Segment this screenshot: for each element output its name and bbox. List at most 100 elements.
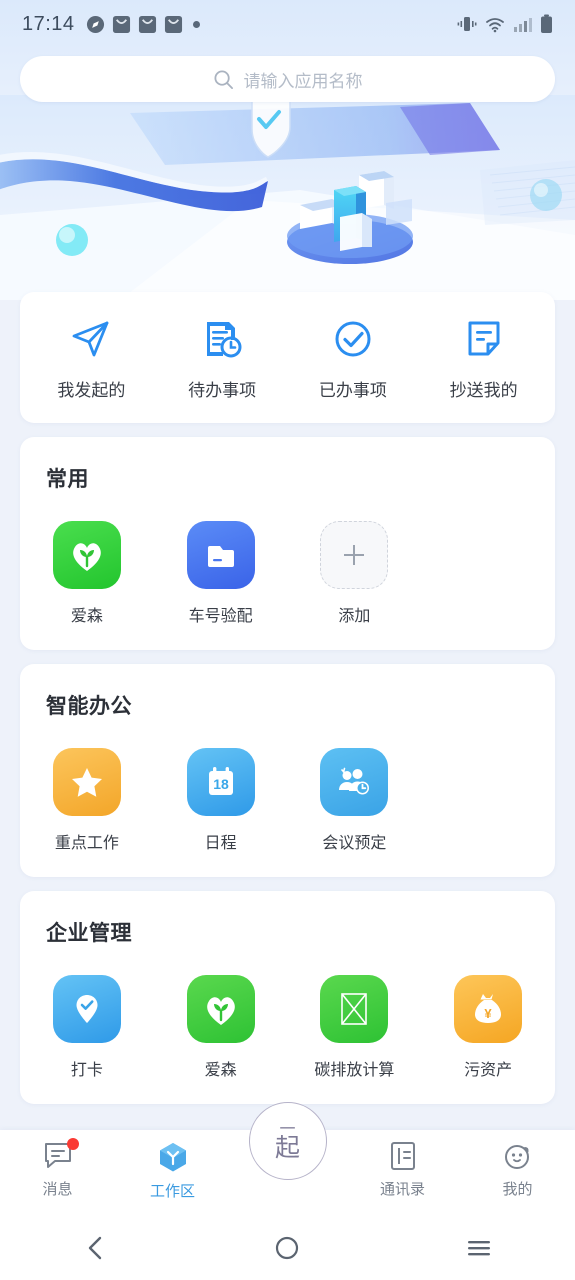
broken-image-glyph (341, 993, 368, 1025)
section-title: 智能办公 (46, 695, 132, 718)
money-bag-icon: ¥ (454, 975, 523, 1043)
app-label: 日程 (204, 835, 237, 852)
home-icon (276, 1236, 299, 1259)
app-label: 重点工作 (54, 835, 119, 852)
check-circle-icon (335, 321, 371, 357)
app-grid: 重点工作 18 日程 会议预定 (20, 724, 555, 877)
android-back-button[interactable] (61, 1225, 131, 1271)
nav-label: 工作区 (149, 1183, 195, 1200)
quick-actions-row: 我发起的 待办事项 已办事项 抄送我的 (20, 292, 555, 423)
app-grid: 爱森 车号验配 添加 (20, 497, 555, 650)
location-check-icon (52, 975, 121, 1043)
nav-item-profile[interactable]: 我的 (460, 1130, 575, 1199)
search-icon (213, 69, 233, 89)
status-bar: 17:14 (0, 0, 575, 48)
dot-icon (192, 20, 200, 28)
hexagon-icon (159, 1143, 186, 1172)
quick-action-label: 我发起的 (57, 381, 126, 400)
search-inner: 请输入应用名称 (213, 67, 363, 92)
plus-glyph (344, 545, 365, 565)
app-item-chehao[interactable]: 车号验配 (154, 521, 288, 626)
nav-item-contacts[interactable]: 通讯录 (345, 1130, 460, 1199)
location-check-glyph (76, 995, 98, 1023)
mail-icon (138, 15, 156, 33)
section-title: 常用 (46, 468, 89, 491)
app-label: 爱森 (204, 1062, 237, 1079)
quick-action-cc-to-me[interactable]: 抄送我的 (418, 318, 549, 401)
people-clock-icon (320, 748, 389, 816)
star-icon (52, 748, 121, 816)
nav-label: 我的 (502, 1181, 533, 1198)
compass-icon (86, 15, 104, 33)
android-home-button[interactable] (252, 1225, 322, 1271)
mail-icon (112, 15, 130, 33)
app-item-aisen-2[interactable]: 爱森 (154, 975, 288, 1080)
battery-icon (541, 14, 552, 33)
app-label: 添加 (338, 608, 371, 625)
section-title: 企业管理 (46, 922, 132, 945)
heart-sprout-glyph (206, 997, 235, 1025)
people-clock-glyph (339, 767, 370, 795)
app-label: 打卡 (70, 1062, 103, 1079)
search-bar[interactable]: 请输入应用名称 (20, 56, 555, 102)
folder-doc-glyph (207, 546, 234, 567)
nav-item-workspace[interactable]: 工作区 (115, 1130, 230, 1201)
document-corner-icon (468, 321, 500, 356)
broken-image-icon (320, 975, 389, 1043)
app-label: 碳排放计算 (314, 1062, 395, 1079)
quick-action-my-initiated[interactable]: 我发起的 (26, 318, 157, 401)
messages-badge (66, 1138, 79, 1150)
quick-action-todo[interactable]: 待办事项 (157, 318, 288, 401)
nav-label: 消息 (42, 1181, 73, 1198)
mail-icon (164, 15, 182, 33)
vibrate-icon (457, 17, 477, 31)
app-item-aisen[interactable]: 爱森 (20, 521, 154, 626)
quick-actions-card: 我发起的 待办事项 已办事项 抄送我的 (20, 292, 555, 423)
paper-plane-icon (72, 321, 109, 357)
app-label: 车号验配 (188, 608, 253, 625)
search-input[interactable]: 请输入应用名称 (244, 67, 363, 92)
folder-doc-icon (186, 521, 255, 589)
section-card-changyong: 常用 爱森 车号验配 添加 (20, 437, 555, 650)
section-card-smart-office: 智能办公 重点工作 18 日程 会议预定 (20, 664, 555, 877)
star-glyph (71, 768, 102, 797)
fab-line2: 起 (274, 1133, 300, 1162)
quick-action-label: 待办事项 (188, 381, 257, 400)
quick-action-done[interactable]: 已办事项 (288, 318, 419, 401)
money-bag-glyph: ¥ (475, 994, 502, 1023)
status-bar-system-icons (457, 14, 553, 34)
app-item-checkin[interactable]: 打卡 (20, 975, 154, 1080)
calendar-icon: 18 (186, 748, 255, 816)
scroll-content[interactable]: 我发起的 待办事项 已办事项 抄送我的 常用 爱森 车号验配 添加 智能办公 重… (0, 0, 575, 1150)
app-item-assets[interactable]: ¥ 污资产 (421, 975, 555, 1080)
profile-icon (504, 1145, 529, 1169)
yuan-symbol: ¥ (485, 1006, 493, 1021)
back-icon (88, 1236, 102, 1259)
recents-icon (468, 1240, 491, 1255)
quick-action-label: 已办事项 (318, 381, 387, 400)
heart-sprout-icon (186, 975, 255, 1043)
heart-sprout-icon (52, 521, 121, 589)
document-clock-icon (207, 322, 242, 358)
app-label: 爱森 (70, 608, 103, 625)
nav-item-messages[interactable]: 消息 (0, 1130, 115, 1199)
app-item-meeting[interactable]: 会议预定 (288, 748, 422, 853)
app-label: 污资产 (464, 1062, 513, 1079)
plus-icon (320, 521, 389, 589)
contacts-icon (390, 1142, 415, 1170)
app-item-calendar[interactable]: 18 日程 (154, 748, 288, 853)
heart-sprout-glyph (73, 543, 101, 571)
app-label: 会议预定 (322, 835, 387, 852)
calendar-date-label: 18 (213, 776, 229, 792)
android-navigation-bar (0, 1215, 575, 1280)
calendar-glyph: 18 (208, 767, 233, 795)
wifi-icon (486, 17, 504, 32)
fab-together-button[interactable]: 一 起 (248, 1102, 327, 1180)
app-item-add[interactable]: 添加 (288, 521, 422, 626)
app-grid: 打卡 爱森 碳排放计算 ¥ 污资产 (20, 951, 555, 1104)
quick-action-label: 抄送我的 (449, 381, 518, 400)
android-recents-button[interactable] (444, 1225, 514, 1271)
app-item-key-work[interactable]: 重点工作 (20, 748, 154, 853)
app-item-carbon[interactable]: 碳排放计算 (288, 975, 422, 1080)
section-card-enterprise: 企业管理 打卡 爱森 碳排放计算 ¥ 污资产 (20, 891, 555, 1104)
